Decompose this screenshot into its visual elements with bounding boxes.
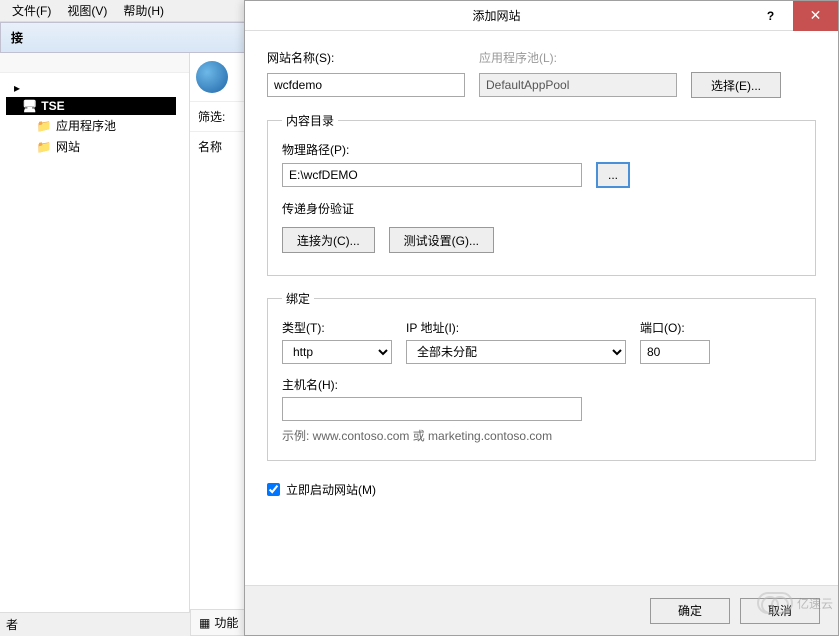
- connections-panel: ▸ 🖥 TSE 📁 应用程序池 📁 网站: [0, 53, 190, 636]
- features-tab-label: 功能: [214, 614, 238, 631]
- binding-legend: 绑定: [282, 290, 314, 307]
- server-icon: 🖥: [22, 99, 37, 113]
- port-input[interactable]: [640, 340, 710, 364]
- middle-panel: 筛选: 名称: [190, 53, 250, 636]
- physical-path-input[interactable]: [282, 163, 582, 187]
- app-pool-label: 应用程序池(L):: [479, 49, 816, 66]
- close-button[interactable]: ✕: [793, 1, 838, 31]
- hostname-input[interactable]: [282, 397, 582, 421]
- status-bar: 者: [0, 612, 190, 636]
- tree-server-label: TSE: [41, 99, 64, 113]
- ok-button[interactable]: 确定: [650, 598, 730, 624]
- menu-file[interactable]: 文件(F): [4, 0, 59, 21]
- app-pool-icon: 📁: [36, 118, 52, 134]
- content-fieldset: 内容目录 物理路径(P): ... 传递身份验证 连接为(C)... 测试设置(…: [267, 112, 816, 276]
- dialog-body: 网站名称(S): 应用程序池(L): 选择(E)... 内容目录 物理路径(P)…: [245, 31, 838, 585]
- filter-row: 筛选:: [190, 101, 249, 131]
- ip-select[interactable]: 全部未分配: [406, 340, 626, 364]
- mid-header: [190, 53, 249, 101]
- menu-view[interactable]: 视图(V): [59, 0, 115, 21]
- start-immediately-checkbox[interactable]: [267, 483, 280, 496]
- type-label: 类型(T):: [282, 319, 392, 336]
- site-name-input[interactable]: [267, 73, 465, 97]
- connect-as-button[interactable]: 连接为(C)...: [282, 227, 375, 253]
- dialog-title: 添加网站: [245, 7, 748, 24]
- tree-expand[interactable]: ▸: [6, 79, 183, 97]
- globe-icon: [196, 61, 228, 93]
- type-select[interactable]: http: [282, 340, 392, 364]
- app-pool-input: [479, 73, 677, 97]
- watermark: 亿速云: [757, 592, 833, 614]
- menu-help[interactable]: 帮助(H): [115, 0, 172, 21]
- dialog-footer: 确定 取消: [245, 585, 838, 635]
- hostname-example: 示例: www.contoso.com 或 marketing.contoso.…: [282, 427, 801, 444]
- name-column-header[interactable]: 名称: [190, 131, 249, 161]
- features-icon: ▦: [199, 616, 210, 630]
- ip-label: IP 地址(I):: [406, 319, 626, 336]
- watermark-icon: [757, 592, 793, 614]
- port-label: 端口(O):: [640, 319, 710, 336]
- test-settings-button[interactable]: 测试设置(G)...: [389, 227, 494, 253]
- content-legend: 内容目录: [282, 112, 338, 129]
- watermark-text: 亿速云: [797, 595, 833, 612]
- tree-server-node[interactable]: 🖥 TSE: [6, 97, 176, 115]
- select-app-pool-button[interactable]: 选择(E)...: [691, 72, 781, 98]
- tree-sites-label: 网站: [56, 138, 80, 155]
- auth-label: 传递身份验证: [282, 200, 801, 217]
- browse-button[interactable]: ...: [596, 162, 630, 188]
- binding-fieldset: 绑定 类型(T): http IP 地址(I): 全部未分配 端口(O): 主机…: [267, 290, 816, 461]
- tree-app-pools[interactable]: 📁 应用程序池: [6, 115, 183, 136]
- add-website-dialog: 添加网站 ? ✕ 网站名称(S): 应用程序池(L): 选择(E)... 内容目…: [244, 0, 839, 636]
- sites-icon: 📁: [36, 139, 52, 155]
- start-immediately-row[interactable]: 立即启动网站(M): [267, 481, 816, 498]
- help-button[interactable]: ?: [748, 1, 793, 31]
- hostname-label: 主机名(H):: [282, 376, 801, 393]
- tree-app-pools-label: 应用程序池: [56, 117, 116, 134]
- physical-path-label: 物理路径(P):: [282, 141, 801, 158]
- features-tab[interactable]: ▦ 功能: [190, 609, 247, 636]
- tree: ▸ 🖥 TSE 📁 应用程序池 📁 网站: [0, 73, 189, 636]
- start-immediately-label: 立即启动网站(M): [286, 481, 376, 498]
- tree-sites[interactable]: 📁 网站: [6, 136, 183, 157]
- dialog-titlebar: 添加网站 ? ✕: [245, 1, 838, 31]
- site-name-label: 网站名称(S):: [267, 49, 465, 66]
